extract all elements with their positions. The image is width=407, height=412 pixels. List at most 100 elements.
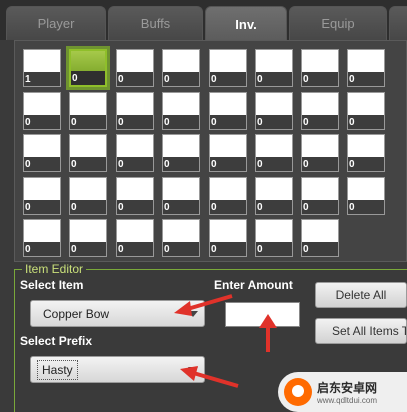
inventory-slot[interactable]: 0 [347,92,385,130]
tab-overflow[interactable] [389,6,407,40]
slot-count: 0 [118,202,124,213]
slot-count: 0 [71,117,77,128]
tab-player[interactable]: Player [6,6,106,40]
chevron-down-icon [188,366,198,373]
slot-count: 0 [164,244,170,255]
inventory-slot[interactable]: 0 [116,177,154,215]
slot-count: 0 [349,202,355,213]
slot-count: 0 [118,159,124,170]
delete-all-button[interactable]: Delete All [315,282,407,308]
slot-count: 0 [211,74,217,85]
inventory-slot[interactable]: 0 [347,134,385,172]
slot-count: 1 [25,74,31,85]
inventory-slot[interactable]: 0 [347,177,385,215]
inventory-slot[interactable]: 0 [116,219,154,257]
select-item-label: Select Item [20,278,84,292]
slot-count: 0 [71,202,77,213]
slot-count: 0 [211,159,217,170]
slot-count: 0 [257,117,263,128]
slot-count: 0 [211,202,217,213]
inventory-slot[interactable]: 0 [255,49,293,87]
slot-count: 0 [211,244,217,255]
slot-count: 0 [349,117,355,128]
slot-count: 0 [118,74,124,85]
slot-count: 0 [25,202,31,213]
inventory-slot[interactable]: 0 [69,219,107,257]
inventory-slot[interactable]: 0 [23,92,61,130]
inventory-slot-selected[interactable]: 0 [69,49,107,87]
inventory-slot[interactable]: 0 [162,177,200,215]
inventory-slot[interactable]: 0 [23,177,61,215]
slot-count: 0 [349,159,355,170]
slot-count: 0 [71,159,77,170]
slot-count: 0 [164,159,170,170]
inventory-slot[interactable]: 0 [69,177,107,215]
slot-count: 0 [211,117,217,128]
selected-item-value: Copper Bow [43,306,110,321]
inventory-slot[interactable]: 0 [255,134,293,172]
inventory-slot[interactable]: 0 [23,134,61,172]
slot-count: 0 [303,202,309,213]
tab-bar: Player Buffs Inv. Equip [0,0,407,42]
inventory-slot[interactable]: 0 [255,92,293,130]
slot-count: 0 [303,244,309,255]
slot-count: 0 [164,202,170,213]
select-item-dropdown[interactable]: Copper Bow [30,300,205,327]
inventory-slot[interactable]: 0 [69,134,107,172]
inventory-slot[interactable]: 0 [301,92,339,130]
inventory-slot[interactable]: 0 [23,219,61,257]
select-prefix-label: Select Prefix [20,334,93,348]
inventory-slot[interactable]: 0 [209,177,247,215]
slot-count: 0 [164,74,170,85]
inventory-slot[interactable]: 1 [23,49,61,87]
chevron-down-icon [188,310,198,317]
watermark-name: 启东安卓网 [317,381,378,395]
tab-inventory[interactable]: Inv. [205,6,287,42]
slot-count: 0 [303,74,309,85]
set-all-items-button[interactable]: Set All Items T [315,318,407,344]
slot-count: 0 [164,117,170,128]
inventory-slot[interactable]: 0 [301,49,339,87]
inventory-slot[interactable]: 0 [116,134,154,172]
slot-count: 0 [118,244,124,255]
slot-count: 0 [257,202,263,213]
slot-count: 0 [257,159,263,170]
select-prefix-dropdown[interactable]: Hasty [30,356,205,383]
slot-count: 0 [25,117,31,128]
slot-count: 0 [25,159,31,170]
inventory-slot[interactable]: 0 [255,219,293,257]
tab-equip[interactable]: Equip [289,6,387,40]
inventory-slot[interactable]: 0 [301,219,339,257]
watermark-logo-icon [284,378,312,406]
slot-count: 0 [257,74,263,85]
selected-prefix-value: Hasty [37,359,78,380]
watermark: 启东安卓网 www.qdltdui.com [278,372,407,412]
watermark-url: www.qdltdui.com [317,396,378,405]
inventory-slot[interactable]: 0 [209,49,247,87]
inventory-slot[interactable]: 0 [162,92,200,130]
inventory-slot[interactable]: 0 [209,92,247,130]
slot-count: 0 [303,117,309,128]
enter-amount-label: Enter Amount [214,278,293,292]
inventory-slot[interactable]: 0 [116,49,154,87]
inventory-slot[interactable]: 0 [347,49,385,87]
inventory-slot[interactable]: 0 [162,219,200,257]
slot-count: 0 [72,73,78,84]
inventory-slot[interactable]: 0 [69,92,107,130]
item-editor-title: Item Editor [22,262,87,276]
tab-buffs[interactable]: Buffs [108,6,203,40]
slot-count: 0 [303,159,309,170]
inventory-slot[interactable]: 0 [162,49,200,87]
slot-count: 0 [71,244,77,255]
inventory-slot[interactable]: 0 [162,134,200,172]
slot-count: 0 [349,74,355,85]
inventory-slot[interactable]: 0 [209,219,247,257]
inventory-slot[interactable]: 0 [255,177,293,215]
slot-count: 0 [257,244,263,255]
inventory-slot[interactable]: 0 [116,92,154,130]
slot-count: 0 [118,117,124,128]
amount-input[interactable] [225,302,300,327]
inventory-slot[interactable]: 0 [209,134,247,172]
inventory-slot[interactable]: 0 [301,134,339,172]
inventory-slot[interactable]: 0 [301,177,339,215]
